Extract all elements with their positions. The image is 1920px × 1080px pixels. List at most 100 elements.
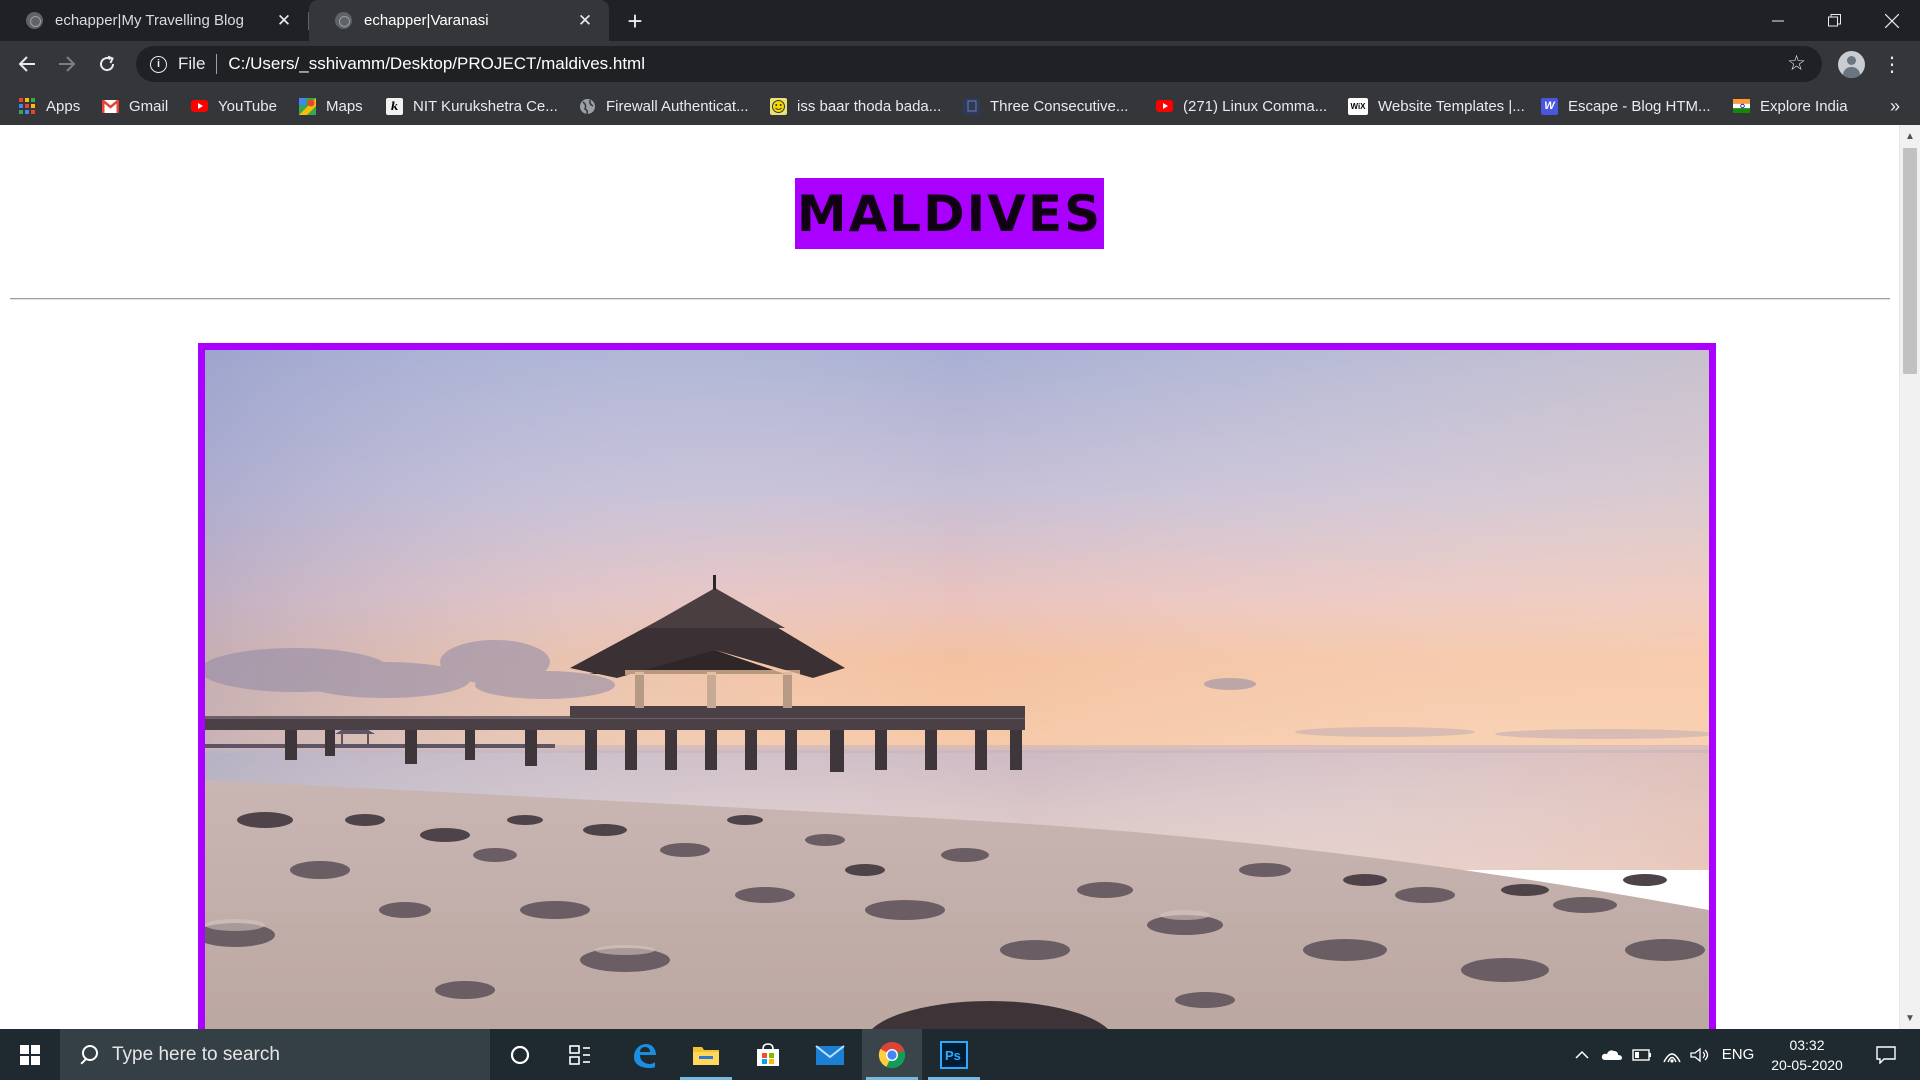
close-icon — [1885, 13, 1899, 28]
store-icon — [757, 1042, 779, 1066]
nit-kurukshetra-icon: k — [386, 97, 403, 115]
battery-icon[interactable] — [1628, 1029, 1656, 1080]
onedrive-cloud-icon[interactable] — [1598, 1029, 1626, 1080]
bookmark-escape-blog[interactable]: W Escape - Blog HTM... — [1541, 96, 1711, 116]
volume-icon[interactable] — [1686, 1029, 1714, 1080]
bookmark-label: Escape - Blog HTM... — [1568, 97, 1711, 115]
bookmark-label: Three Consecutive... — [990, 97, 1129, 115]
bookmark-three-consecutive[interactable]: Three Consecutive... — [963, 96, 1128, 116]
task-view-button[interactable] — [550, 1029, 610, 1080]
bookmark-iss-baar-thoda-bada[interactable]: iss baar thoda bada... — [770, 96, 941, 116]
file-explorer-app-button[interactable] — [676, 1029, 736, 1080]
close-icon[interactable]: ✕ — [573, 9, 597, 33]
reload-button[interactable] — [92, 49, 122, 79]
close-icon[interactable]: ✕ — [272, 9, 296, 33]
bookmark-star-icon[interactable]: ☆ — [1787, 51, 1806, 76]
bookmark-explore-india[interactable]: Explore India — [1733, 96, 1848, 116]
chrome-icon — [878, 1041, 906, 1068]
show-hidden-icons-chevron-icon[interactable] — [1568, 1029, 1596, 1080]
scrollbar-thumb[interactable] — [1903, 148, 1917, 374]
maldives-pier-sunset-photo — [205, 350, 1709, 1029]
globe-icon — [335, 12, 352, 29]
scroll-up-icon[interactable]: ▲ — [1900, 127, 1920, 145]
cortana-icon — [510, 1045, 530, 1064]
edge-app-button[interactable] — [614, 1029, 674, 1080]
mail-app-button[interactable] — [800, 1029, 860, 1080]
windows-logo-icon — [20, 1044, 40, 1065]
clock-date: 20-05-2020 — [1771, 1057, 1843, 1073]
forward-button[interactable] — [52, 49, 82, 79]
action-center-icon — [1876, 1045, 1896, 1064]
notification-center-button[interactable] — [1866, 1029, 1906, 1080]
bookmark-label: Gmail — [129, 97, 169, 115]
chrome-app-button[interactable] — [862, 1029, 922, 1080]
india-flag-icon — [1733, 98, 1750, 115]
more-menu-icon[interactable]: ⋮ — [1880, 49, 1904, 79]
system-clock[interactable]: 03:32 20-05-2020 — [1762, 1035, 1852, 1075]
smiley-icon — [770, 97, 787, 115]
page-viewport: MALDIVES ▲ ▼ — [0, 125, 1920, 1029]
minimize-icon — [1772, 20, 1784, 21]
address-bar[interactable]: i File C:/Users/_sshivamm/Desktop/PROJEC… — [136, 46, 1822, 82]
search-placeholder: Type here to search — [112, 1043, 280, 1065]
bookmark-label: Maps — [326, 97, 363, 115]
browser-toolbar: i File C:/Users/_sshivamm/Desktop/PROJEC… — [0, 41, 1920, 87]
forward-arrow-icon — [59, 56, 76, 72]
bookmark-nit-kurukshetra[interactable]: k NIT Kurukshetra Ce... — [386, 96, 558, 116]
bookmark-label: Website Templates |... — [1378, 97, 1525, 115]
start-button[interactable] — [0, 1029, 60, 1080]
w-icon: W — [1541, 97, 1558, 115]
wix-icon: WiX — [1348, 97, 1368, 115]
gmail-icon — [102, 98, 119, 115]
url-text[interactable]: C:/Users/_sshivamm/Desktop/PROJECT/maldi… — [228, 54, 645, 74]
store-app-button[interactable] — [738, 1029, 798, 1080]
bookmark-linux-commands[interactable]: (271) Linux Comma... — [1156, 96, 1327, 116]
vertical-scrollbar[interactable]: ▲ ▼ — [1899, 125, 1920, 1029]
bookmark-page-icon — [963, 97, 980, 115]
photoshop-app-button[interactable]: Ps — [924, 1029, 984, 1080]
input-language[interactable]: ENG — [1718, 1029, 1758, 1080]
wifi-icon[interactable] — [1658, 1029, 1686, 1080]
page-title: MALDIVES — [796, 184, 1103, 243]
info-icon[interactable]: i — [150, 55, 167, 73]
task-view-icon — [569, 1044, 590, 1065]
back-arrow-icon — [18, 56, 35, 72]
restore-button[interactable] — [1806, 0, 1862, 41]
tab-strip: echapper|My Travelling Blog ✕ echapper|V… — [0, 0, 1920, 41]
bookmark-apps[interactable]: Apps — [19, 96, 80, 116]
bookmark-label: (271) Linux Comma... — [1183, 97, 1328, 115]
windows-taskbar: Type here to search Ps ENG 03:32 20-05-2… — [0, 1029, 1920, 1080]
cortana-button[interactable] — [490, 1029, 550, 1080]
tab-my-travelling-blog[interactable]: echapper|My Travelling Blog ✕ — [0, 0, 308, 41]
scheme-label: File — [178, 54, 206, 73]
bookmarks-bar: Apps Gmail YouTube Maps k NIT Kurukshetr… — [0, 87, 1920, 125]
bookmark-label: YouTube — [218, 97, 277, 115]
new-tab-button[interactable]: + — [620, 6, 650, 36]
bookmark-youtube[interactable]: YouTube — [191, 96, 277, 116]
back-button[interactable] — [12, 49, 42, 79]
photo-frame — [198, 343, 1716, 1029]
tab-varanasi[interactable]: echapper|Varanasi ✕ — [309, 0, 609, 41]
file-explorer-icon — [693, 1046, 719, 1065]
reload-icon — [100, 55, 115, 72]
bookmark-website-templates[interactable]: WiX Website Templates |... — [1348, 96, 1525, 116]
bookmark-label: Firewall Authenticat... — [606, 97, 749, 115]
minimize-button[interactable] — [1750, 0, 1806, 41]
svg-text:Ps: Ps — [945, 1048, 961, 1063]
bookmark-maps[interactable]: Maps — [299, 96, 363, 116]
taskbar-search-box[interactable]: Type here to search — [60, 1029, 490, 1080]
bookmark-gmail[interactable]: Gmail — [102, 96, 168, 116]
bookmark-firewall-authentication[interactable]: Firewall Authenticat... — [579, 96, 749, 116]
profile-avatar[interactable] — [1838, 51, 1865, 78]
title-banner: MALDIVES — [795, 178, 1104, 249]
tab-title: echapper|Varanasi — [364, 12, 489, 29]
mail-icon — [815, 1044, 845, 1065]
close-window-button[interactable] — [1864, 0, 1920, 41]
photoshop-icon: Ps — [940, 1040, 968, 1069]
globe-icon — [579, 98, 596, 115]
address-divider — [216, 54, 218, 74]
clock-time: 03:32 — [1789, 1037, 1825, 1053]
more-bookmarks-chevron-icon[interactable]: » — [1884, 93, 1906, 119]
scroll-down-icon[interactable]: ▼ — [1900, 1009, 1920, 1027]
youtube-icon — [191, 98, 208, 115]
